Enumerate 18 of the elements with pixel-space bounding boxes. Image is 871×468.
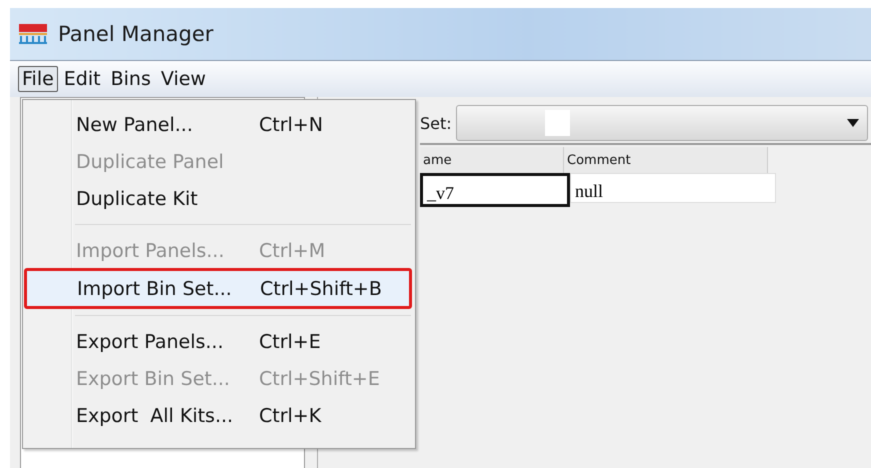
menu-title[interactable]: View — [156, 66, 210, 92]
table-cell: null — [570, 173, 776, 203]
menu-title[interactable]: File — [18, 66, 58, 92]
menu-item[interactable]: Import Bin Set... Ctrl+Shift+B — [25, 269, 411, 308]
app-icon — [18, 23, 48, 45]
bin-set-dropdown[interactable] — [456, 105, 868, 141]
menu-title[interactable]: Bins — [106, 66, 155, 92]
menu-item[interactable]: New Panel... Ctrl+N — [25, 106, 411, 143]
menu-item[interactable]: Export All Kits... Ctrl+K — [25, 397, 411, 434]
column-header[interactable]: ame — [420, 147, 564, 173]
menu-title[interactable]: Edit — [60, 66, 105, 92]
bin-set-label: Set: — [420, 114, 452, 132]
column-header[interactable]: Comment — [564, 147, 768, 173]
menu-item[interactable]: Export Panels... Ctrl+E — [25, 323, 411, 360]
menu-item[interactable]: Duplicate Kit — [25, 180, 411, 217]
table-cell: _v7 — [420, 173, 570, 207]
caret-icon — [847, 119, 859, 127]
window-title: Panel Manager — [58, 22, 214, 46]
